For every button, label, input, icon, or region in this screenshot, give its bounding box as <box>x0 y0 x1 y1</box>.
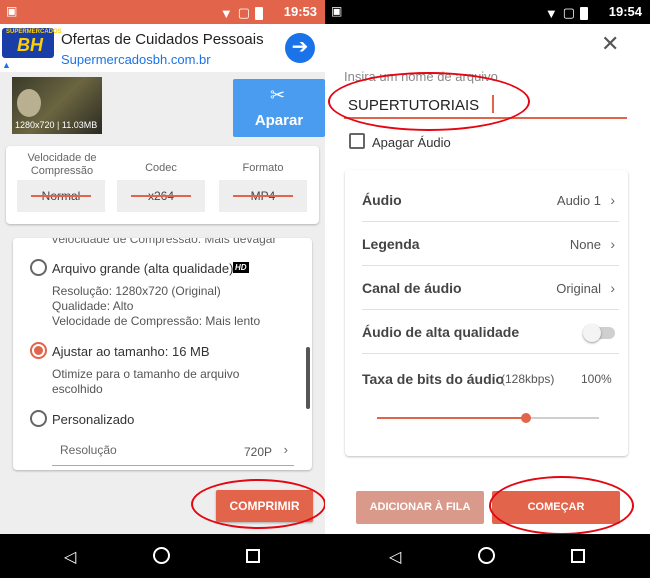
delete-audio-label: Apagar Áudio <box>372 135 451 150</box>
video-thumbnail[interactable]: 1280x720 | 11.03MB <box>12 77 102 134</box>
navigation-bar: ◁ <box>0 534 325 578</box>
custom-radio[interactable] <box>30 410 47 427</box>
left-screen: ▣ ▼ ▢ 19:53 SUPERMERCADOS BH Ofertas de … <box>0 0 325 578</box>
fit-size-label: Ajustar ao tamanho: 16 MB <box>52 344 210 359</box>
annotation-circle <box>328 72 530 131</box>
annotation-circle <box>489 476 634 535</box>
subtitle-row[interactable]: Legenda None › <box>362 222 619 266</box>
chevron-right-icon: › <box>610 280 615 296</box>
partial-speed-line: Velocidade de Compressão: Mais devagar <box>51 238 277 246</box>
bitrate-slider-thumb[interactable] <box>520 413 531 423</box>
large-file-label: Arquivo grande (alta qualidade) <box>52 261 234 276</box>
compression-speed-header: Velocidade de Compressão <box>27 152 97 177</box>
resolution-label: Resolução <box>60 443 117 457</box>
back-icon[interactable]: ◁ <box>389 547 401 567</box>
ad-title: Ofertas de Cuidados Pessoais <box>61 31 264 48</box>
disabled-strike <box>31 195 91 197</box>
add-to-queue-button[interactable]: ADICIONAR À FILA <box>356 491 484 524</box>
back-icon[interactable]: ◁ <box>64 547 76 567</box>
large-file-radio[interactable] <box>30 259 47 276</box>
ad-go-arrow-icon[interactable]: ➔ <box>285 33 315 63</box>
status-time: 19:54 <box>608 4 642 19</box>
large-file-quality: Qualidade: Alto <box>52 299 134 313</box>
compression-speed-select[interactable]: Normal <box>17 180 105 212</box>
format-header: Formato <box>242 162 284 174</box>
bitrate-value: (128kbps) <box>501 372 555 386</box>
trim-button[interactable]: ✂ Aparar <box>233 79 325 137</box>
annotation-circle <box>191 479 325 529</box>
status-icons: ▼ ▢ <box>220 5 263 21</box>
bitrate-slider-fill <box>377 417 526 419</box>
video-info: 1280x720 | 11.03MB <box>15 120 98 130</box>
bitrate-label: Taxa de bits do áudio <box>362 371 505 387</box>
recents-icon[interactable] <box>246 549 260 563</box>
no-sim-icon: ▢ <box>562 5 575 20</box>
status-bar: ▣ ▼ ▢ 19:53 <box>0 0 325 24</box>
hq-audio-row: Áudio de alta qualidade <box>362 310 619 354</box>
thumbnail-figure <box>17 89 41 117</box>
status-bar: ▣ ▼ ▢ 19:54 <box>325 0 650 24</box>
home-icon[interactable] <box>153 547 170 564</box>
audio-channel-row[interactable]: Canal de áudio Original › <box>362 266 619 310</box>
fit-size-desc-2: escolhido <box>52 382 103 396</box>
hq-audio-toggle[interactable] <box>583 324 615 342</box>
scissors-icon: ✂ <box>270 85 286 105</box>
delete-audio-checkbox[interactable] <box>349 133 365 149</box>
chevron-right-icon: › <box>283 442 288 457</box>
close-icon[interactable]: ✕ <box>601 31 619 57</box>
hd-badge: HD <box>233 262 249 273</box>
status-icons: ▼ ▢ <box>545 5 588 21</box>
fit-size-radio[interactable] <box>30 342 47 359</box>
large-file-resolution: Resolução: 1280x720 (Original) <box>52 284 221 298</box>
no-sim-icon: ▢ <box>237 5 250 20</box>
bitrate-slider[interactable] <box>377 413 599 423</box>
toggle-knob <box>583 324 601 342</box>
resolution-select[interactable]: Resolução 720P › <box>52 436 294 466</box>
disabled-strike <box>233 195 293 197</box>
recents-icon[interactable] <box>571 549 585 563</box>
image-notification-icon: ▣ <box>331 4 343 18</box>
codec-header: Codec <box>145 162 177 174</box>
ad-info-icon[interactable]: ▲ <box>2 60 11 70</box>
wifi-icon: ▼ <box>544 5 558 21</box>
battery-icon <box>580 6 588 20</box>
format-select[interactable]: MP4 <box>219 180 307 212</box>
image-notification-icon: ▣ <box>6 4 18 18</box>
battery-icon <box>255 6 263 20</box>
bitrate-percent: 100% <box>581 372 612 386</box>
home-icon[interactable] <box>478 547 495 564</box>
navigation-bar: ◁ <box>325 534 650 578</box>
fit-size-desc-1: Otimize para o tamanho de arquivo <box>52 367 240 381</box>
audio-track-row[interactable]: Áudio Audio 1 › <box>362 178 619 222</box>
ad-url: Supermercadosbh.com.br <box>61 52 211 67</box>
wifi-icon: ▼ <box>219 5 233 21</box>
chevron-right-icon: › <box>610 236 615 252</box>
supermercados-bh-logo: SUPERMERCADOS BH <box>2 28 62 58</box>
status-time: 19:53 <box>283 4 317 19</box>
large-file-speed: Velocidade de Compressão: Mais lento <box>52 314 261 328</box>
ad-banner[interactable]: SUPERMERCADOS BH Ofertas de Cuidados Pes… <box>0 24 325 72</box>
scrollbar-thumb[interactable] <box>306 347 310 409</box>
right-screen: ▣ ▼ ▢ 19:54 ✕ Insira um nome de arquivo … <box>325 0 650 578</box>
custom-label: Personalizado <box>52 412 135 427</box>
codec-select[interactable]: x264 <box>117 180 205 212</box>
resolution-value: 720P <box>243 445 272 459</box>
disabled-strike <box>131 195 191 197</box>
chevron-right-icon: › <box>610 192 615 208</box>
